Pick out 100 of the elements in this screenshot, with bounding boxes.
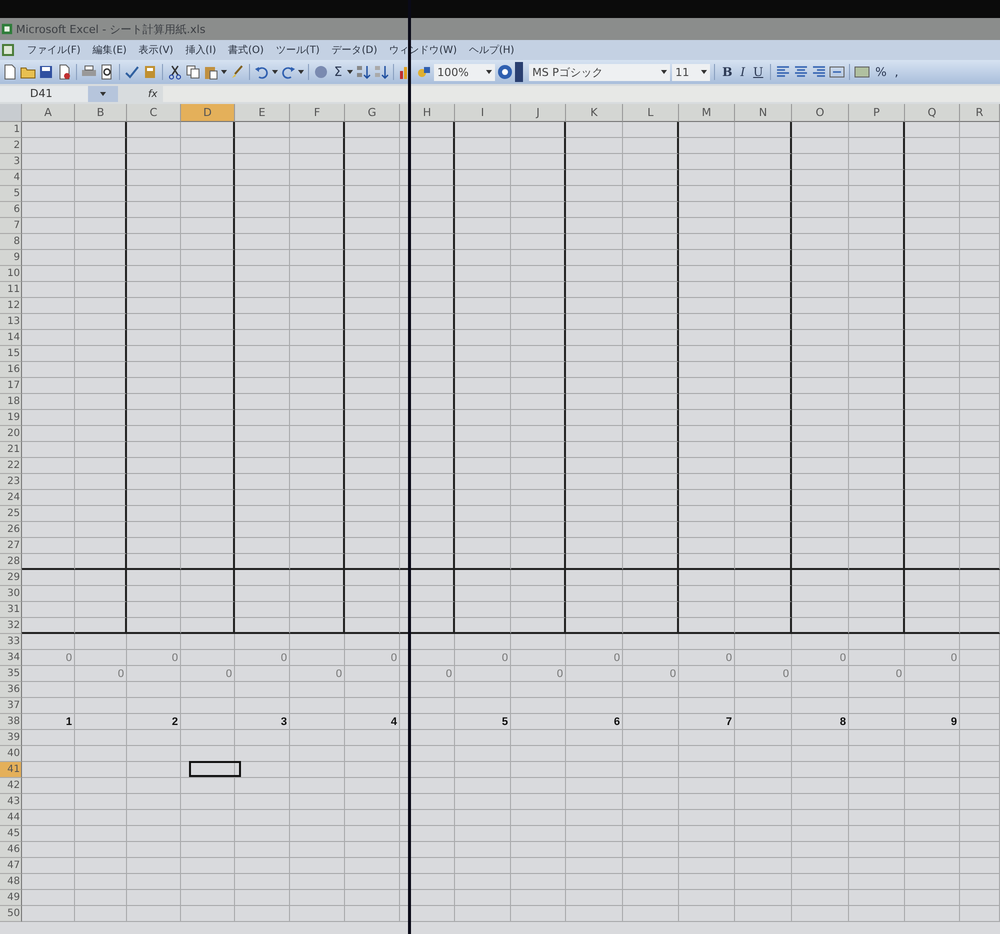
- help-icon[interactable]: [497, 64, 514, 80]
- formula-field[interactable]: [163, 86, 1000, 102]
- column-header[interactable]: E: [235, 104, 290, 122]
- menu-item[interactable]: ヘルプ(H): [468, 43, 514, 57]
- table-cell[interactable]: 0: [511, 666, 566, 682]
- font-size-dropdown[interactable]: 11: [672, 64, 710, 80]
- row-header[interactable]: 27: [0, 538, 22, 554]
- select-all-button[interactable]: [0, 104, 22, 122]
- column-header[interactable]: N: [735, 104, 792, 122]
- table-cell[interactable]: 0: [290, 666, 345, 682]
- column-header[interactable]: M: [679, 104, 735, 122]
- row-header[interactable]: 48: [0, 874, 22, 890]
- copy-icon[interactable]: [185, 64, 201, 80]
- column-header[interactable]: B: [75, 104, 127, 122]
- comma-button[interactable]: ,: [892, 65, 902, 79]
- cell-cursor[interactable]: [189, 761, 241, 777]
- table-cell[interactable]: 6: [566, 714, 623, 730]
- row-header[interactable]: 15: [0, 346, 22, 362]
- row-header[interactable]: 21: [0, 442, 22, 458]
- menu-item[interactable]: 表示(V): [138, 43, 174, 57]
- caret-icon[interactable]: [298, 70, 304, 74]
- row-header[interactable]: 47: [0, 858, 22, 874]
- row-header[interactable]: 16: [0, 362, 22, 378]
- menu-item[interactable]: ツール(T): [276, 43, 320, 57]
- row-header[interactable]: 10: [0, 266, 22, 282]
- row-header[interactable]: 20: [0, 426, 22, 442]
- row-header[interactable]: 42: [0, 778, 22, 794]
- row-header[interactable]: 9: [0, 250, 22, 266]
- column-header[interactable]: I: [455, 104, 511, 122]
- redo-icon[interactable]: [280, 64, 296, 80]
- row-header[interactable]: 22: [0, 458, 22, 474]
- new-document-icon[interactable]: [2, 64, 18, 80]
- row-header[interactable]: 23: [0, 474, 22, 490]
- menu-item[interactable]: 挿入(I): [185, 43, 216, 57]
- row-header[interactable]: 8: [0, 234, 22, 250]
- row-header[interactable]: 29: [0, 570, 22, 586]
- paste-icon[interactable]: [203, 64, 219, 80]
- row-header[interactable]: 32: [0, 618, 22, 634]
- row-header[interactable]: 41: [0, 762, 22, 778]
- table-cell[interactable]: 0: [75, 666, 127, 682]
- row-header[interactable]: 19: [0, 410, 22, 426]
- sum-button[interactable]: Σ: [331, 64, 346, 80]
- caret-icon[interactable]: [272, 70, 278, 74]
- sort-ascending-icon[interactable]: [355, 64, 372, 80]
- row-header[interactable]: 11: [0, 282, 22, 298]
- row-header[interactable]: 30: [0, 586, 22, 602]
- table-cell[interactable]: 0: [345, 650, 400, 666]
- row-header[interactable]: 50: [0, 906, 22, 922]
- name-box-dropdown[interactable]: [88, 86, 118, 102]
- row-header[interactable]: 7: [0, 218, 22, 234]
- table-cell[interactable]: 8: [792, 714, 849, 730]
- row-header[interactable]: 46: [0, 842, 22, 858]
- table-cell[interactable]: 0: [455, 650, 511, 666]
- row-header[interactable]: 4: [0, 170, 22, 186]
- name-box[interactable]: D41: [0, 86, 88, 102]
- row-header[interactable]: 40: [0, 746, 22, 762]
- table-cell[interactable]: 4: [345, 714, 400, 730]
- row-header[interactable]: 45: [0, 826, 22, 842]
- row-header[interactable]: 12: [0, 298, 22, 314]
- row-header[interactable]: 43: [0, 794, 22, 810]
- table-cell[interactable]: 3: [235, 714, 290, 730]
- row-header[interactable]: 17: [0, 378, 22, 394]
- merge-center-icon[interactable]: [829, 64, 846, 80]
- underline-button[interactable]: U: [750, 65, 766, 79]
- menu-item[interactable]: ファイル(F): [27, 43, 81, 57]
- row-header[interactable]: 33: [0, 634, 22, 650]
- row-header[interactable]: 3: [0, 154, 22, 170]
- row-header[interactable]: 34: [0, 650, 22, 666]
- column-header[interactable]: Q: [905, 104, 960, 122]
- caret-icon[interactable]: [221, 70, 227, 74]
- undo-icon[interactable]: [254, 64, 270, 80]
- table-cell[interactable]: 5: [455, 714, 511, 730]
- row-header[interactable]: 6: [0, 202, 22, 218]
- zoom-dropdown[interactable]: 100%: [434, 64, 496, 80]
- cut-icon[interactable]: [167, 64, 183, 80]
- save-icon[interactable]: [38, 64, 54, 80]
- table-cell[interactable]: 0: [735, 666, 792, 682]
- table-cell[interactable]: 0: [22, 650, 75, 666]
- toolbar-options-button[interactable]: [515, 62, 524, 82]
- row-header[interactable]: 24: [0, 490, 22, 506]
- italic-button[interactable]: I: [737, 65, 748, 79]
- menu-item[interactable]: 編集(E): [92, 43, 127, 57]
- currency-icon[interactable]: [854, 64, 870, 80]
- column-header[interactable]: K: [566, 104, 623, 122]
- column-header[interactable]: P: [849, 104, 905, 122]
- table-cell[interactable]: 0: [566, 650, 623, 666]
- table-cell[interactable]: 1: [22, 714, 75, 730]
- row-header[interactable]: 31: [0, 602, 22, 618]
- column-header[interactable]: J: [511, 104, 566, 122]
- row-header[interactable]: 2: [0, 138, 22, 154]
- row-header[interactable]: 37: [0, 698, 22, 714]
- insert-function-button[interactable]: fx: [118, 88, 164, 100]
- spelling-icon[interactable]: [124, 64, 140, 80]
- row-header[interactable]: 25: [0, 506, 22, 522]
- table-cell[interactable]: 0: [623, 666, 679, 682]
- caret-icon[interactable]: [347, 70, 354, 74]
- table-cell[interactable]: 0: [235, 650, 290, 666]
- row-header[interactable]: 44: [0, 810, 22, 826]
- globe-icon[interactable]: [313, 64, 329, 80]
- column-header[interactable]: H: [400, 104, 455, 122]
